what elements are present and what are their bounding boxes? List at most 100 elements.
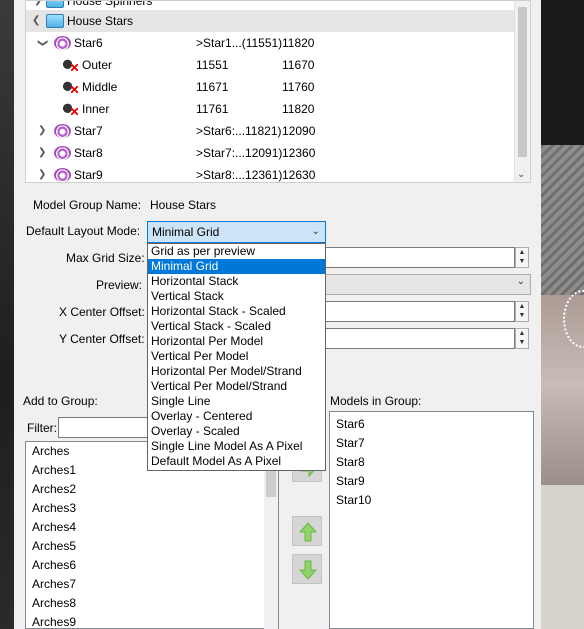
layout-option[interactable]: Horizontal Stack <box>148 274 325 289</box>
layout-mode-value: Minimal Grid <box>152 225 220 239</box>
chevron-right-icon[interactable]: ❯ <box>38 164 46 182</box>
preview-label: Preview: <box>96 278 143 292</box>
list-item[interactable]: Arches6 <box>26 556 278 575</box>
submodel-icon <box>62 102 78 116</box>
tree-row-label: Inner <box>82 102 110 116</box>
tree-row[interactable]: Middle 11671 11760 <box>26 76 516 98</box>
max-grid-size-label: Max Grid Size: <box>66 251 145 265</box>
tree-row-start-channel: >Star7:...12091) <box>196 146 283 160</box>
group-name-value: House Stars <box>150 198 217 212</box>
max-grid-size-spinner[interactable]: ▲ ▼ <box>515 247 529 268</box>
layout-option[interactable]: Vertical Stack <box>148 289 325 304</box>
layout-option[interactable]: Overlay - Scaled <box>148 424 325 439</box>
add-to-group-label: Add to Group: <box>23 394 98 408</box>
tree-row-end-channel: 12360 <box>282 146 316 160</box>
layout-option[interactable]: Vertical Per Model/Strand <box>148 379 325 394</box>
tree-row-selected[interactable]: ❮ House Stars <box>26 10 516 32</box>
filter-label: Filter: <box>27 421 57 435</box>
tree-row[interactable]: ❯ Star8 >Star7:...12091) 12360 <box>26 142 516 164</box>
tree-row-label: Outer <box>82 58 113 72</box>
arrow-down-icon <box>298 560 318 580</box>
chevron-down-icon[interactable]: ❯ <box>31 39 53 47</box>
tree-row-end-channel: 11820 <box>282 102 315 116</box>
list-item[interactable]: Star6 <box>330 415 533 434</box>
tree-row-start-channel: 11761 <box>196 102 229 116</box>
list-item[interactable]: Star10 <box>330 491 533 510</box>
list-item[interactable]: Star7 <box>330 434 533 453</box>
x-center-offset-spinner[interactable]: ▲ ▼ <box>515 301 529 322</box>
list-item[interactable]: Arches2 <box>26 480 278 499</box>
layout-option[interactable]: Overlay - Centered <box>148 409 325 424</box>
tree-row-label: House Stars <box>67 14 134 28</box>
tree-row[interactable]: Inner 11761 11820 <box>26 98 516 120</box>
preview-scene-background <box>541 0 584 629</box>
tree-row-end-channel: 12090 <box>282 124 316 138</box>
tree-row-end-channel: 12630 <box>282 168 316 182</box>
chevron-down-icon: ⌄ <box>516 276 525 287</box>
star-model-icon <box>54 146 71 160</box>
layout-mode-select[interactable]: Minimal Grid ⌄ <box>147 221 326 243</box>
y-center-offset-label: Y Center Offset: <box>59 332 145 346</box>
layout-option[interactable]: Vertical Per Model <box>148 349 325 364</box>
list-item[interactable]: Arches3 <box>26 499 278 518</box>
list-item[interactable]: Arches5 <box>26 537 278 556</box>
move-down-button[interactable] <box>292 554 322 584</box>
layout-mode-label: Default Layout Mode: <box>26 224 141 238</box>
scrollbar-thumb[interactable] <box>518 7 527 157</box>
tree-row-label: Star9 <box>74 168 103 182</box>
submodel-icon <box>62 80 78 94</box>
list-item[interactable]: Arches8 <box>26 594 278 613</box>
tree-row-start-channel: >Star6:...11821) <box>196 124 282 138</box>
tree-row-start-channel: >Star1...(11551) <box>196 36 283 50</box>
layout-option[interactable]: Default Model As A Pixel <box>148 454 325 469</box>
tree-row[interactable]: ❯ Star9 >Star8:...12361) 12630 <box>26 164 516 182</box>
arrow-up-icon <box>298 522 318 542</box>
preview-select[interactable]: ⌄ <box>325 274 531 295</box>
tree-row-end-channel: 11670 <box>282 58 315 72</box>
model-tree[interactable]: ❯ House Spinners ❮ House Stars ❯ Star6 >… <box>25 0 531 183</box>
tree-row-end-channel: 11820 <box>282 36 315 50</box>
group-icon <box>46 14 64 28</box>
list-item[interactable]: Arches9 <box>26 613 278 628</box>
x-center-offset-input[interactable] <box>325 301 515 322</box>
tree-row-start-channel: 11671 <box>196 80 229 94</box>
star-model-icon <box>54 36 71 50</box>
y-center-offset-input[interactable] <box>325 328 515 349</box>
chevron-down-icon[interactable]: ❮ <box>32 10 40 32</box>
tree-row-start-channel: >Star8:...12361) <box>196 168 283 182</box>
filter-input[interactable] <box>58 417 150 438</box>
background-window-left <box>0 0 14 629</box>
scroll-down-icon[interactable]: ⌄ <box>517 169 525 180</box>
max-grid-size-input[interactable] <box>325 247 515 268</box>
tree-row-label: Star8 <box>74 146 103 160</box>
layout-option[interactable]: Single Line Model As A Pixel <box>148 439 325 454</box>
tree-row-label: Star6 <box>74 36 103 50</box>
layout-option[interactable]: Grid as per preview <box>148 244 325 259</box>
layout-option[interactable]: Vertical Stack - Scaled <box>148 319 325 334</box>
star-model-icon <box>54 124 71 138</box>
layout-option[interactable]: Horizontal Per Model/Strand <box>148 364 325 379</box>
models-in-group-label: Models in Group: <box>330 394 422 408</box>
list-item[interactable]: Star9 <box>330 472 533 491</box>
tree-row[interactable]: Outer 11551 11670 <box>26 54 516 76</box>
chevron-right-icon[interactable]: ❯ <box>38 142 46 164</box>
y-center-offset-spinner[interactable]: ▲ ▼ <box>515 328 529 349</box>
chevron-right-icon[interactable]: ❯ <box>38 120 46 142</box>
layout-option[interactable]: Single Line <box>148 394 325 409</box>
chevron-down-icon: ⌄ <box>311 226 320 237</box>
tree-row[interactable]: ❯ Star6 >Star1...(11551) 11820 <box>26 32 516 54</box>
layout-option-highlighted[interactable]: Minimal Grid <box>148 259 325 274</box>
tree-row-end-channel: 11760 <box>282 80 315 94</box>
tree-row[interactable]: ❯ Star7 >Star6:...11821) 12090 <box>26 120 516 142</box>
list-item[interactable]: Arches7 <box>26 575 278 594</box>
group-name-label: Model Group Name: <box>33 198 142 212</box>
list-item[interactable]: Arches4 <box>26 518 278 537</box>
layout-option[interactable]: Horizontal Stack - Scaled <box>148 304 325 319</box>
tree-row-label: Star7 <box>74 124 103 138</box>
list-item[interactable]: Star8 <box>330 453 533 472</box>
tree-scrollbar[interactable]: ⌄ <box>514 1 530 182</box>
layout-option[interactable]: Horizontal Per Model <box>148 334 325 349</box>
move-up-button[interactable] <box>292 516 322 546</box>
layout-mode-dropdown[interactable]: Grid as per preview Minimal Grid Horizon… <box>147 243 326 471</box>
models-in-group-list[interactable]: Star6 Star7 Star8 Star9 Star10 <box>329 411 534 629</box>
